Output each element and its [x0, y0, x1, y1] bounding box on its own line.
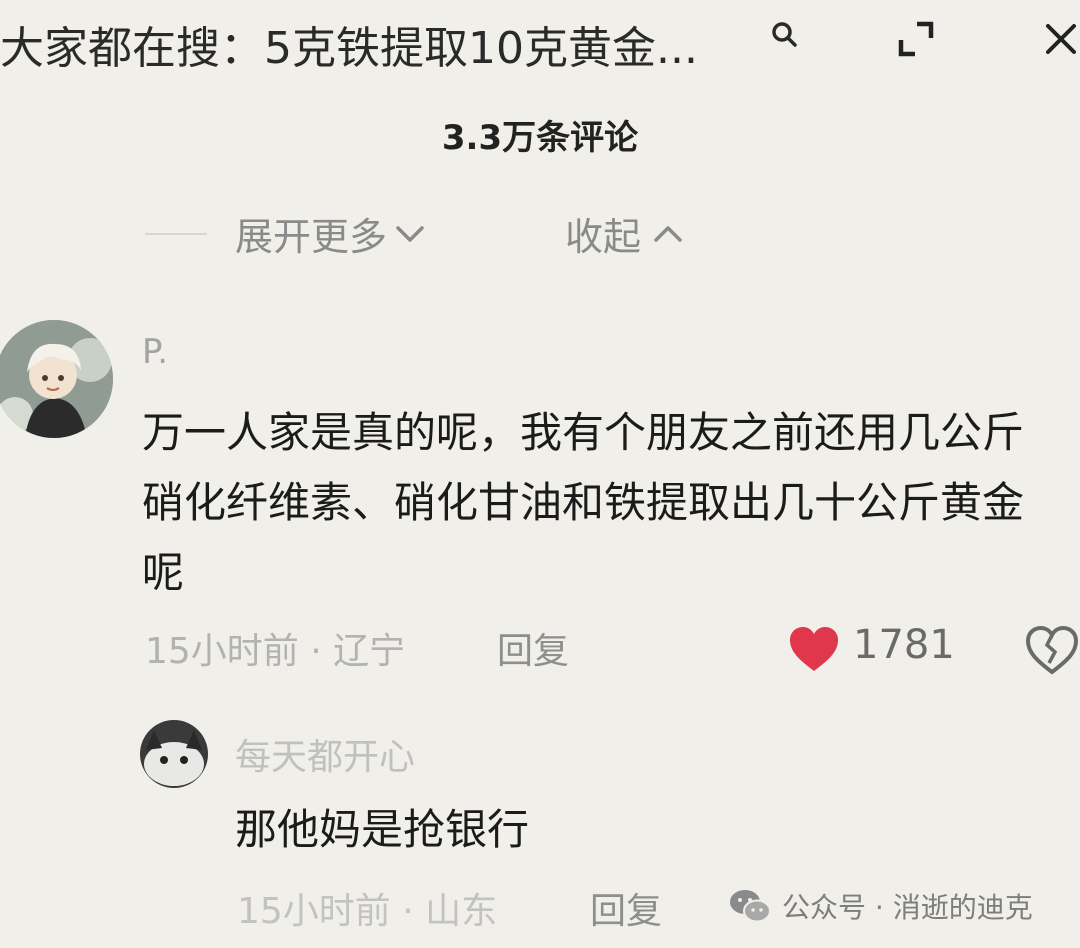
expand-icon[interactable] — [895, 18, 937, 60]
collapse-label: 收起 — [565, 215, 642, 259]
wechat-icon — [730, 890, 771, 923]
watermark: 公众号 · 消逝的迪克 — [728, 886, 1033, 926]
comment-count-title: 3.3万条评论 — [441, 118, 639, 158]
reply-avatar[interactable] — [140, 720, 208, 788]
search-icon[interactable] — [770, 20, 800, 50]
search-suggestion-text[interactable]: 大家都在搜：5克铁提取10克黄金... — [0, 12, 698, 76]
comment-text: 万一人家是真的呢，我有个朋友之前还用几公斤硝化纤维素、硝化甘油和铁提取出几十公斤… — [142, 408, 1025, 597]
reply-reply-button[interactable]: 回复 — [590, 882, 662, 934]
close-icon[interactable] — [1040, 18, 1080, 58]
chevron-up-icon — [654, 225, 682, 242]
chevron-down-icon — [396, 225, 424, 242]
reply-text: 那他妈是抢银行 — [235, 805, 530, 854]
comment-username[interactable]: P. — [142, 332, 168, 372]
reply-button[interactable]: 回复 — [497, 622, 569, 674]
heart-icon[interactable] — [788, 625, 840, 673]
comment-meta: 15小时前 · 辽宁 — [145, 631, 406, 672]
collapse-button[interactable]: 收起 — [565, 206, 685, 261]
divider-line — [145, 233, 207, 235]
avatar[interactable] — [0, 320, 113, 438]
dislike-icon[interactable] — [1025, 625, 1080, 675]
reply-avatar-image — [140, 720, 208, 788]
expand-more-button[interactable]: 展开更多 — [235, 206, 427, 261]
expand-more-label: 展开更多 — [235, 215, 388, 259]
reply-meta: 15小时前 · 山东 — [237, 891, 498, 932]
reply-username[interactable]: 每天都开心 — [235, 728, 415, 780]
like-count: 1781 — [853, 622, 955, 668]
avatar-image — [0, 320, 113, 438]
watermark-text: 公众号 · 消逝的迪克 — [782, 891, 1033, 924]
